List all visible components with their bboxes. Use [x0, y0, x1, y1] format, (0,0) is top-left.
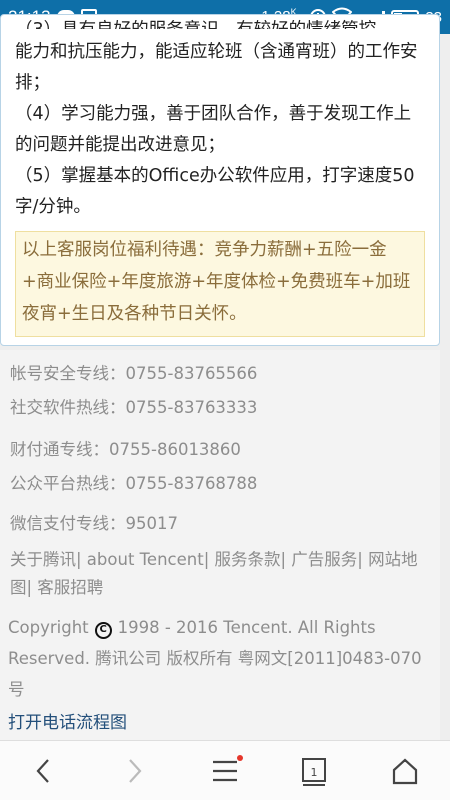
article-paragraph: （4）学习能力强，善于团队合作，善于发现工作上的问题并能提出改进意见； [15, 104, 412, 155]
notification-dot [237, 755, 243, 761]
back-button[interactable] [22, 751, 66, 791]
footer-links[interactable]: 关于腾讯| about Tencent| 服务条款| 广告服务| 网站地图| 客… [10, 546, 435, 602]
copyright: Copyright C 1998 - 2016 Tencent. All Right… [8, 618, 422, 699]
copyright-icon: C [94, 622, 112, 639]
article-paragraph: （5）掌握基本的Office办公软件应用，打字速度50字/分钟。 [15, 166, 415, 217]
bottom-nav: 1 [0, 740, 450, 800]
back-icon [36, 759, 49, 783]
wechat-pay-hotline[interactable]: 微信支付专线：95017 [10, 510, 178, 534]
menu-icon [213, 760, 237, 782]
forward-icon [129, 759, 142, 783]
tenpay-hotline[interactable]: 财付通专线：0755-86013860 [10, 436, 241, 460]
tabs-icon: 1 [302, 758, 326, 786]
public-platform-hotline[interactable]: 公众平台热线：0755-83768788 [10, 470, 257, 494]
home-icon [392, 758, 418, 785]
home-button[interactable] [383, 751, 427, 791]
social-software-hotline[interactable]: 社交软件热线：0755-83763333 [10, 394, 257, 418]
forward-button[interactable] [112, 751, 156, 791]
tab-count: 1 [311, 766, 318, 779]
open-phone-flowchart-link[interactable]: 打开电话流程图 [8, 708, 127, 733]
tabs-button[interactable]: 1 [292, 751, 336, 791]
article-line-partial: （3）具有良好的服务意识，有较好的情绪管控 [15, 15, 376, 29]
account-security-hotline[interactable]: 帐号安全专线：0755-83765566 [10, 360, 257, 384]
site-footer: 帐号安全专线：0755-83765566 社交软件热线：0755-8376333… [0, 350, 440, 740]
menu-button[interactable] [203, 751, 247, 791]
article-card: （3）具有良好的服务意识，有较好的情绪管控 能力和抗压能力，能适应轮班（含通宵班… [0, 14, 440, 346]
welfare-box: 以上客服岗位福利待遇：竞争力薪酬+五险一金+商业保险+年度旅游+年度体检+免费班… [15, 231, 425, 337]
article-paragraph: 能力和抗压能力，能适应轮班（含通宵班）的工作安排； [15, 42, 418, 93]
